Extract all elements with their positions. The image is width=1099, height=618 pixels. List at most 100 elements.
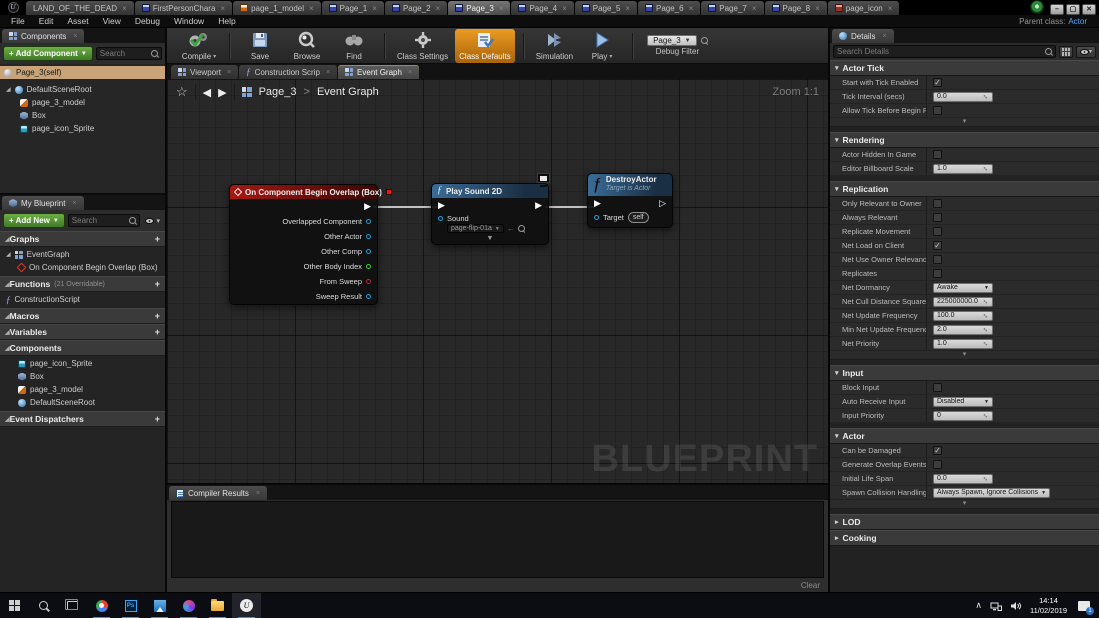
forward-arrow-icon[interactable]: ▶ [218, 86, 226, 99]
add-component-button[interactable]: + Add Component▼ [3, 46, 93, 61]
blueprint-section-graphs[interactable]: ◢Graphs+ [0, 231, 165, 247]
display-filter-button[interactable]: ▾ [1076, 46, 1096, 58]
details-panel-tab[interactable]: Details × [832, 29, 894, 43]
browse-asset-icon[interactable] [518, 225, 525, 232]
taskbar-search-button[interactable] [29, 593, 58, 618]
close-tab-icon[interactable]: × [752, 4, 757, 13]
menu-view[interactable]: View [96, 16, 128, 26]
asset-tab-land-of-the-dead[interactable]: LAND_OF_THE_DEAD× [26, 1, 134, 15]
asset-tab-page-icon[interactable]: page_icon× [828, 1, 900, 15]
node-on-component-begin-overlap[interactable]: On Component Begin Overlap (Box) ▶ Overl… [229, 184, 378, 305]
taskbar-paint3d[interactable] [174, 593, 203, 618]
blueprint-item-on-component-begin-overlap-box[interactable]: On Component Begin Overlap (Box) [0, 261, 165, 274]
collapse-node-arrow[interactable]: ▼ [432, 235, 548, 244]
launcher-badge-icon[interactable] [1029, 0, 1047, 15]
add-new-button[interactable]: + Add New▼ [3, 213, 65, 228]
number-field-net-cull-distance-squared[interactable]: 225000000.0↔ [933, 297, 993, 307]
close-tab-icon[interactable]: × [309, 4, 314, 13]
toolbar-simulation-button[interactable]: Simulation [532, 29, 577, 63]
data-pin[interactable] [366, 219, 371, 224]
expander-icon[interactable]: ◢ [6, 86, 11, 93]
toolbar-class-defaults-button[interactable]: Class Defaults [455, 29, 515, 63]
node-play-sound-2d[interactable]: ƒ Play Sound 2D ▶ ▶ Sound page-flip-01a▼ [431, 183, 549, 245]
details-search-input[interactable] [837, 47, 1045, 56]
blueprint-item-page-3-model[interactable]: page_3_model [0, 383, 165, 396]
details-section-actor[interactable]: ▾Actor [830, 428, 1099, 444]
close-tab-icon[interactable]: × [227, 69, 231, 76]
menu-window[interactable]: Window [167, 16, 211, 26]
speaker-icon[interactable] [1010, 601, 1022, 611]
asset-tab-page-7[interactable]: Page_7× [701, 1, 763, 15]
number-field-input-priority[interactable]: 0↔ [933, 411, 993, 421]
doc-tab-construction-scrip[interactable]: ƒConstruction Scrip× [239, 65, 337, 79]
close-tab-icon[interactable]: × [372, 4, 377, 13]
toolbar-compile-button[interactable]: Compile▾ [177, 29, 221, 63]
component-row-defaultsceneroot[interactable]: ◢DefaultSceneRoot [0, 83, 165, 96]
exec-out-pin[interactable]: ▶ [364, 202, 371, 211]
select-net-dormancy[interactable]: Awake▼ [933, 283, 993, 293]
add-icon[interactable]: + [155, 327, 160, 337]
property-matrix-button[interactable] [1059, 46, 1073, 58]
menu-debug[interactable]: Debug [128, 16, 167, 26]
menu-file[interactable]: File [4, 16, 32, 26]
components-search-input[interactable] [100, 49, 151, 58]
target-self-chip[interactable]: self [628, 212, 649, 223]
asset-tab-page-2[interactable]: Page_2× [385, 1, 447, 15]
show-advanced-button[interactable]: ▾ [830, 500, 1099, 509]
debug-object-select[interactable]: Page_3▼ [647, 35, 697, 46]
monitor-icon[interactable] [535, 173, 552, 187]
close-tab-icon[interactable]: × [815, 4, 820, 13]
data-pin[interactable] [366, 279, 371, 284]
component-row-page-icon-sprite[interactable]: page_icon_Sprite [0, 122, 165, 135]
add-icon[interactable]: + [155, 279, 160, 289]
checkbox-net-use-owner-relevancy[interactable] [933, 255, 942, 264]
asset-tab-firstpersonchara[interactable]: FirstPersonChara× [135, 1, 232, 15]
breadcrumb-current[interactable]: Event Graph [317, 86, 379, 98]
add-icon[interactable]: + [155, 234, 160, 244]
data-pin[interactable] [366, 294, 371, 299]
show-advanced-button[interactable]: ▾ [830, 351, 1099, 360]
use-selected-asset-icon[interactable]: ← [507, 224, 515, 233]
show-advanced-button[interactable]: ▾ [830, 118, 1099, 127]
number-field-net-update-frequency[interactable]: 100.0↔ [933, 311, 993, 321]
close-icon[interactable]: × [256, 490, 260, 497]
blueprint-item-page-icon-sprite[interactable]: page_icon_Sprite [0, 357, 165, 370]
asset-tab-page-5[interactable]: Page_5× [575, 1, 637, 15]
menu-asset[interactable]: Asset [60, 16, 95, 26]
node-destroy-actor[interactable]: ƒ DestroyActor Target is Actor ▶ ▷ Targe… [587, 173, 673, 228]
blueprint-section-variables[interactable]: ◢Variables+ [0, 324, 165, 340]
taskbar-photoshop[interactable]: Ps [116, 593, 145, 618]
taskbar-unreal-engine[interactable]: U [232, 593, 261, 618]
start-button[interactable] [0, 593, 29, 618]
number-field-net-priority[interactable]: 1.0↔ [933, 339, 993, 349]
close-tab-icon[interactable]: × [408, 69, 412, 76]
details-section-cooking[interactable]: ▸Cooking [830, 530, 1099, 546]
toolbar-play-button[interactable]: Play▾ [580, 29, 624, 63]
add-icon[interactable]: + [155, 311, 160, 321]
checkbox-actor-hidden-in-game[interactable] [933, 150, 942, 159]
clock[interactable]: 14:14 11/02/2019 [1030, 596, 1067, 615]
taskbar-photos[interactable] [145, 593, 174, 618]
toolbar-find-button[interactable]: Find [332, 29, 376, 63]
taskbar-chrome[interactable] [87, 593, 116, 618]
close-tab-icon[interactable]: × [220, 4, 225, 13]
parent-class-value[interactable]: Actor [1068, 17, 1087, 26]
checkbox-block-input[interactable] [933, 383, 942, 392]
component-row-selected[interactable]: Page_3(self) [0, 66, 165, 79]
details-section-replication[interactable]: ▾Replication [830, 181, 1099, 197]
close-icon[interactable]: × [73, 33, 77, 40]
blueprint-section-functions[interactable]: ◢Functions(21 Overridable)+ [0, 276, 165, 292]
checkbox-net-load-on-client[interactable] [933, 241, 942, 250]
taskbar-file-explorer[interactable] [203, 593, 232, 618]
breadcrumb-root[interactable]: Page_3 [259, 86, 297, 98]
component-row-page-3-model[interactable]: page_3_model [0, 96, 165, 109]
checkbox-start-with-tick-enabled[interactable] [933, 78, 942, 87]
blueprint-section-macros[interactable]: ◢Macros+ [0, 308, 165, 324]
toolbar-browse-button[interactable]: Browse [285, 29, 329, 63]
maximize-button[interactable]: ▢ [1066, 4, 1080, 15]
components-panel-tab[interactable]: Components × [2, 29, 84, 43]
close-tab-icon[interactable]: × [499, 4, 504, 13]
close-tab-icon[interactable]: × [326, 69, 330, 76]
blueprint-item-constructionscript[interactable]: ƒConstructionScript [0, 293, 165, 306]
clear-button[interactable]: Clear [801, 581, 820, 590]
